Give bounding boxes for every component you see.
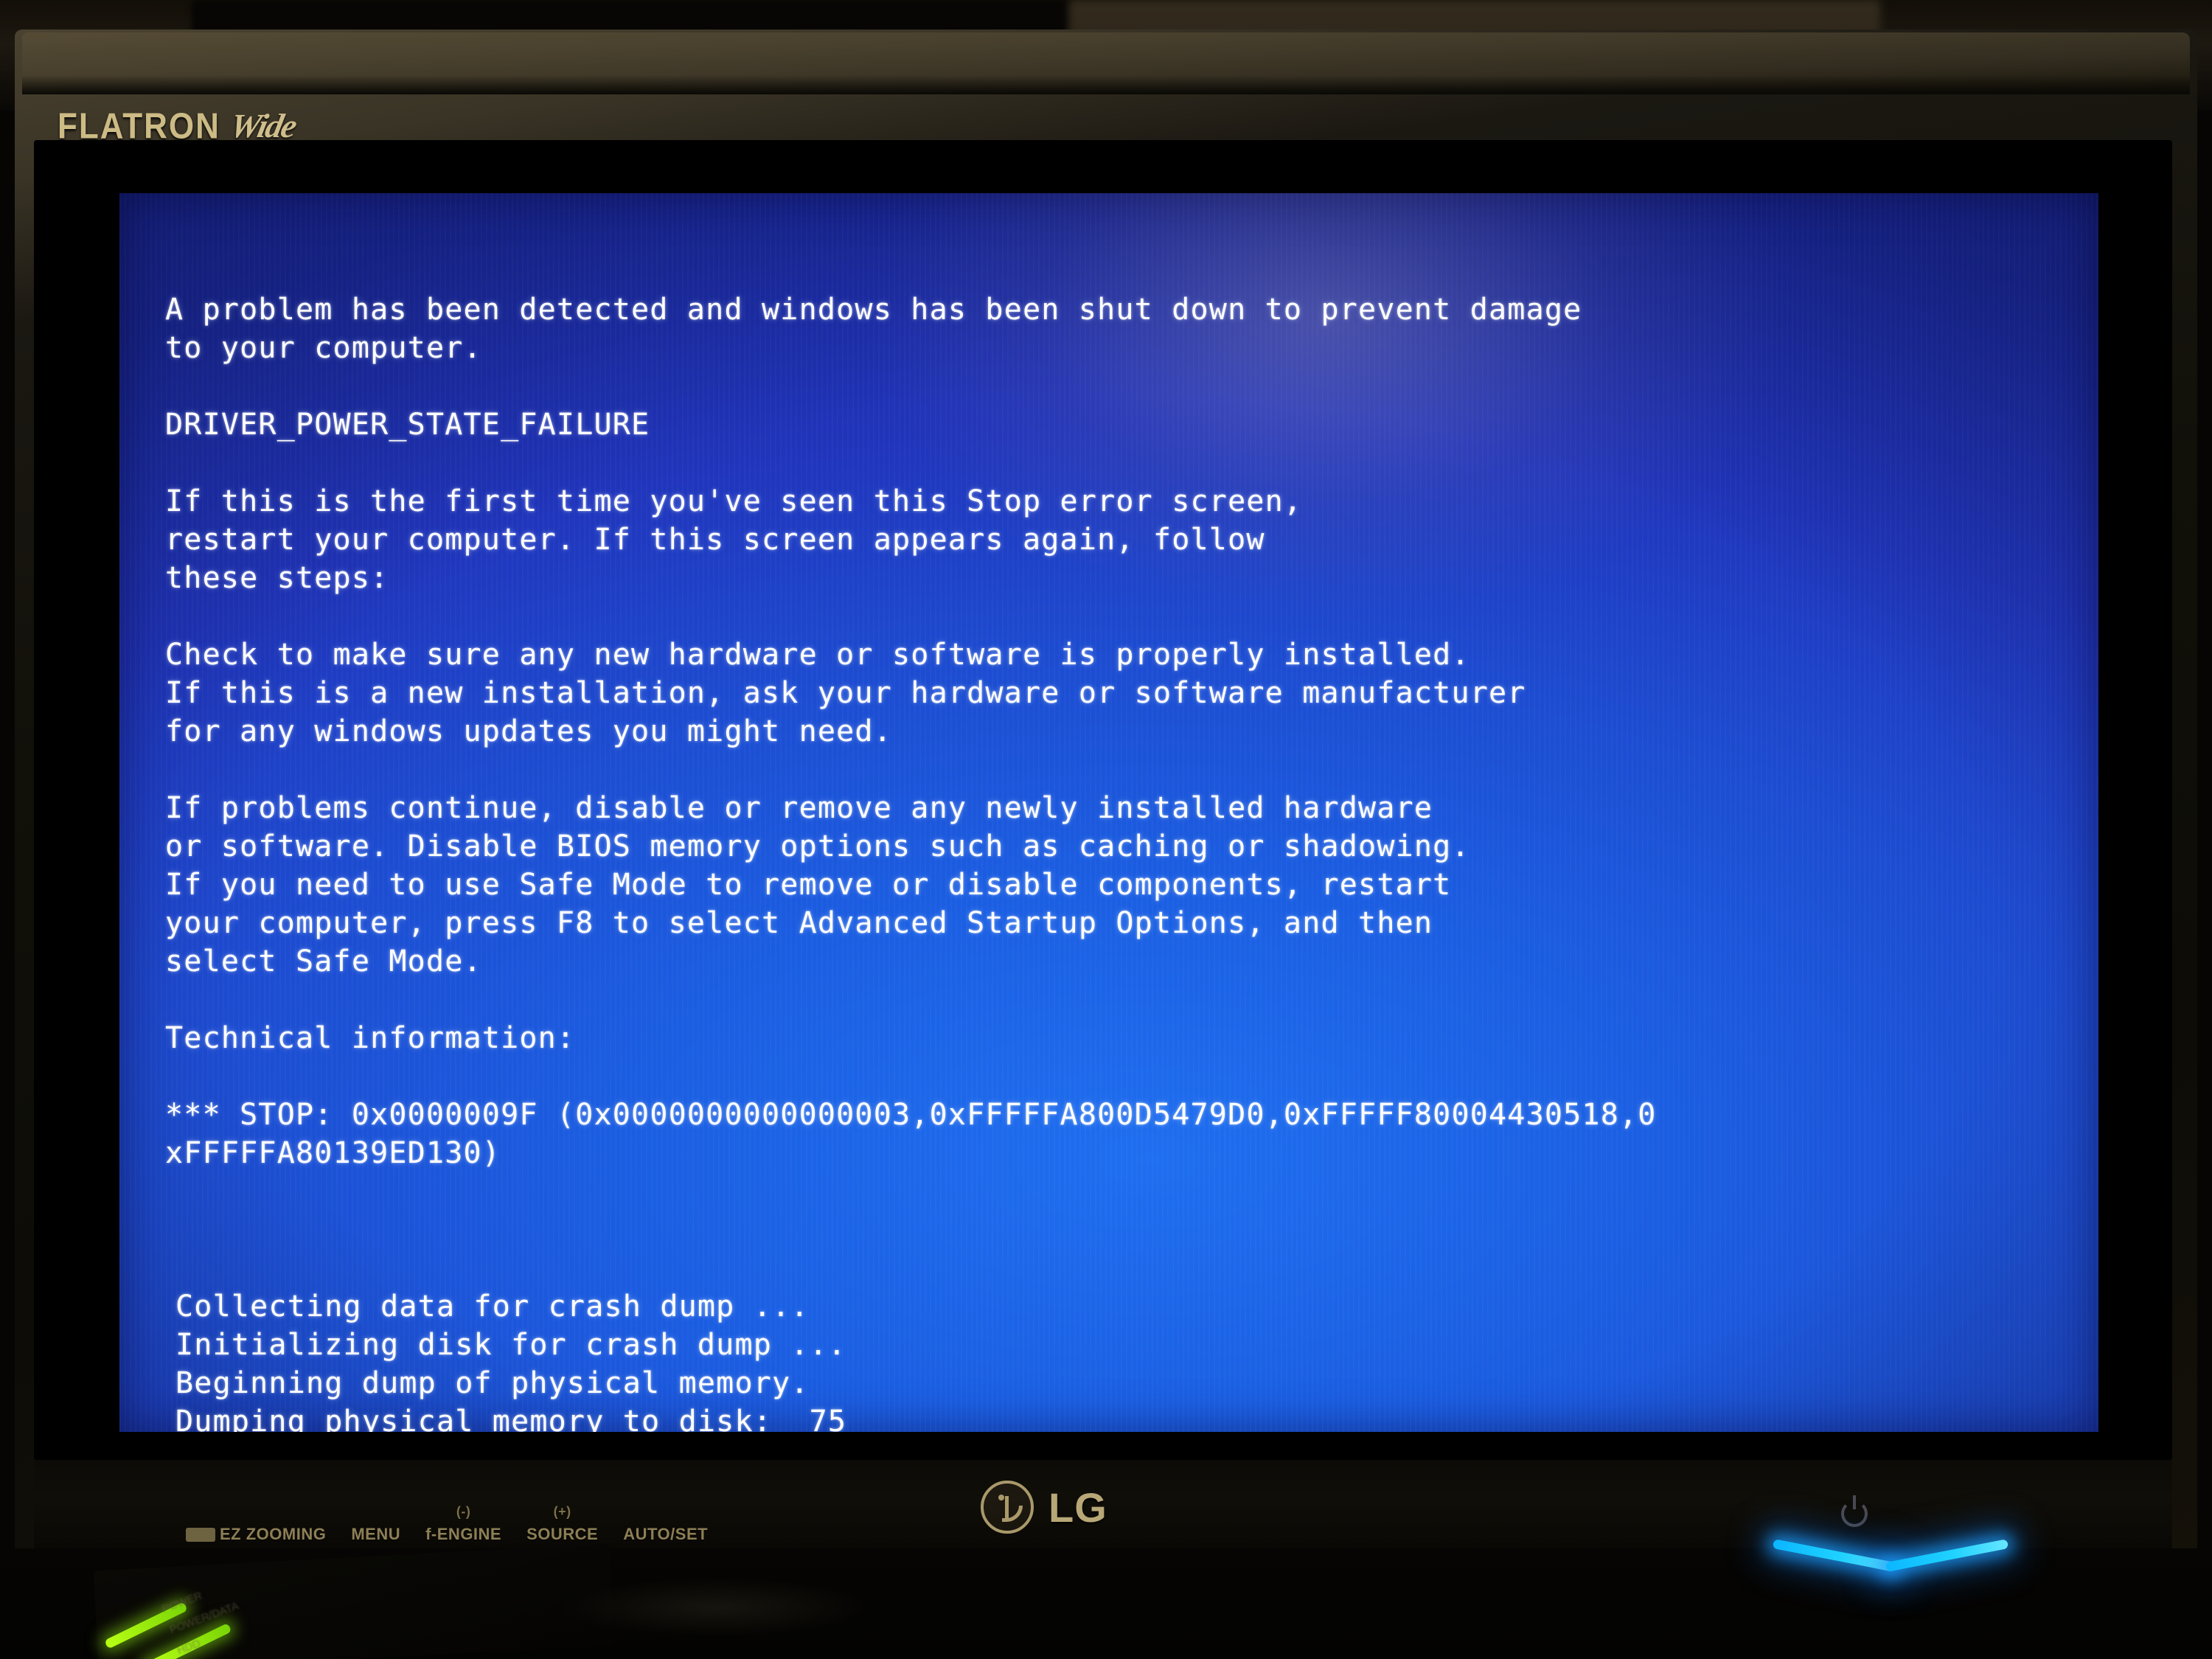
osd-button-f-engine[interactable]: (-) f-ENGINE <box>425 1504 502 1544</box>
osd-button-label: SOURCE <box>526 1525 599 1543</box>
bsod-line: Check to make sure any new hardware or s… <box>165 638 1470 672</box>
bsod-line: restart your computer. If this screen ap… <box>165 523 1265 557</box>
osd-button-label: AUTO/SET <box>623 1525 709 1543</box>
bsod-line: If you need to use Safe Mode to remove o… <box>165 868 1452 902</box>
lcd-monitor: FLATRON Wide A problem has been detected… <box>15 29 2197 1572</box>
bsod-line: select Safe Mode. <box>165 945 482 978</box>
bsod-message-body: A problem has been detected and windows … <box>165 214 2093 1432</box>
bsod-line: If this is a new installation, ask your … <box>165 676 1526 710</box>
bsod-line: to your computer. <box>165 331 482 365</box>
bsod-dump-progress: Collecting data for crash dump ... Initia… <box>175 1287 2093 1432</box>
bsod-line: A problem has been detected and windows … <box>165 293 1582 327</box>
osd-button-row: EZ ZOOMING MENU (-) f-ENGINE (+) SOURCE AUTO/S… <box>186 1504 708 1544</box>
ez-zooming-icon <box>186 1528 215 1542</box>
bsod-line: Technical information: <box>165 1021 576 1055</box>
monitor-top-bezel <box>22 32 2190 94</box>
bsod-spacer <box>165 981 2093 1019</box>
bsod-spacer <box>165 597 2093 636</box>
photograph-scene: FLATRON Wide A problem has been detected… <box>0 0 2212 1659</box>
flatron-wide-script: Wide <box>226 107 299 145</box>
bsod-line: these steps: <box>165 561 389 595</box>
bsod-line: DRIVER_POWER_STATE_FAILURE <box>165 408 650 442</box>
bsod-dump-line: Beginning dump of physical memory. <box>175 1366 810 1400</box>
power-indicator-area[interactable] <box>1772 1493 2009 1596</box>
bsod-line: or software. Disable BIOS memory options… <box>165 830 1470 863</box>
osd-button-sign: (-) <box>456 1504 471 1519</box>
bsod-dump-line: Dumping physical memory to disk: 75 <box>175 1405 847 1432</box>
bsod-line: If problems continue, disable or remove … <box>165 791 1433 825</box>
osd-button-sign: (+) <box>553 1504 571 1519</box>
bsod-spacer <box>165 367 2093 406</box>
lg-wordmark: LG <box>1048 1484 1107 1531</box>
bsod-text-lines: A problem has been detected and windows … <box>165 291 2093 1172</box>
flatron-logo: FLATRON Wide <box>58 106 299 147</box>
bsod-line: *** STOP: 0x0000009F (0x0000000000000003… <box>165 1098 1657 1132</box>
bsod-dump-line: Initializing disk for crash dump ... <box>175 1328 847 1362</box>
bsod-spacer <box>165 444 2093 482</box>
bsod-line: your computer, press F8 to select Advanc… <box>165 906 1433 940</box>
bsod-line: If this is the first time you've seen th… <box>165 484 1303 518</box>
power-led <box>1772 1533 2009 1576</box>
power-symbol-icon[interactable] <box>1841 1495 1868 1527</box>
osd-button-label: MENU <box>351 1525 401 1543</box>
osd-button-menu[interactable]: MENU <box>351 1525 400 1544</box>
bsod-screen: A problem has been detected and windows … <box>119 193 2098 1432</box>
osd-button-label: f-ENGINE <box>425 1525 502 1543</box>
bsod-line: xFFFFFA80139ED130) <box>165 1136 501 1170</box>
lg-face-icon <box>981 1481 1034 1534</box>
bsod-dump-line: Collecting data for crash dump ... <box>175 1290 810 1324</box>
osd-button-label: EZ ZOOMING <box>220 1525 327 1543</box>
osd-button-auto-set[interactable]: AUTO/SET <box>623 1525 708 1544</box>
osd-button-source[interactable]: (+) SOURCE <box>526 1504 599 1544</box>
bsod-line: for any windows updates you might need. <box>165 714 892 748</box>
bsod-spacer <box>165 1057 2093 1096</box>
lg-logo: LG <box>981 1481 1107 1534</box>
foreground-ambient-glow <box>560 1578 870 1637</box>
flatron-wordmark: FLATRON <box>58 106 220 147</box>
bsod-spacer <box>165 751 2093 789</box>
osd-button-ez-zooming[interactable]: EZ ZOOMING <box>186 1525 326 1544</box>
